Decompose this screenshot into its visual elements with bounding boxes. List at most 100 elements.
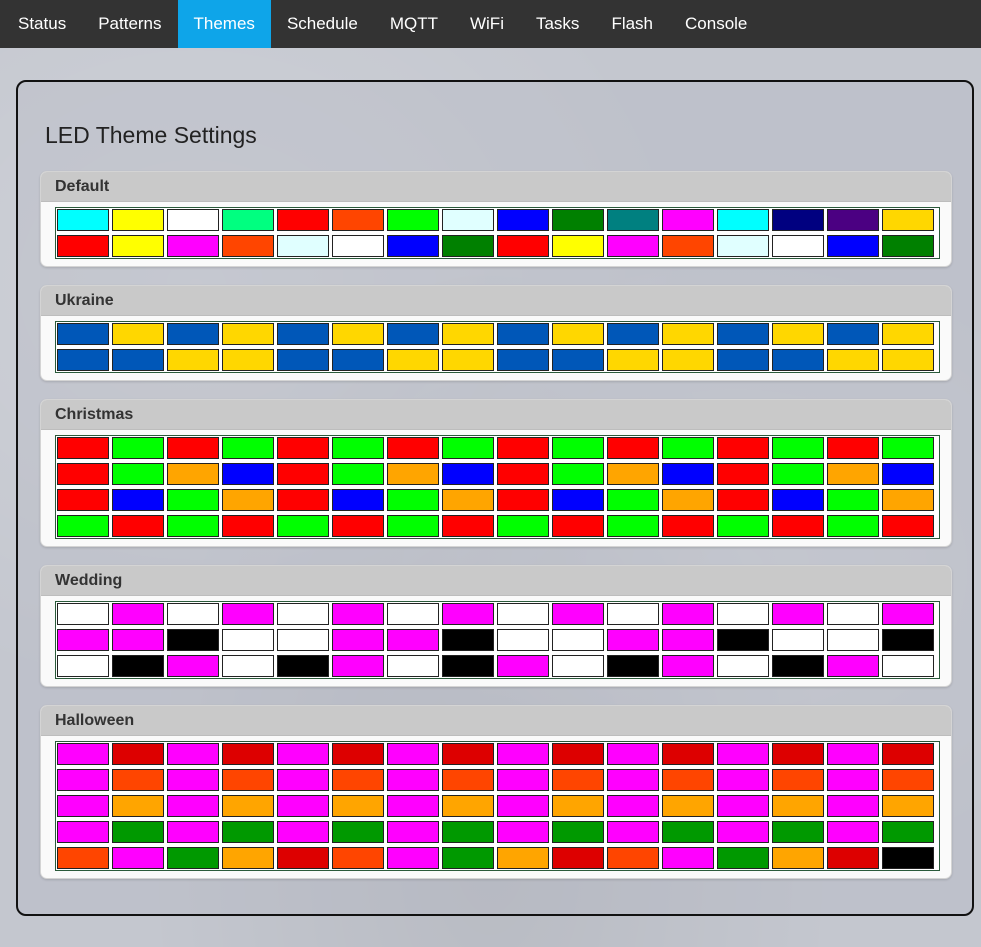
- color-swatch[interactable]: [387, 603, 439, 625]
- color-swatch[interactable]: [552, 515, 604, 537]
- color-swatch[interactable]: [277, 795, 329, 817]
- color-swatch[interactable]: [442, 515, 494, 537]
- color-swatch[interactable]: [497, 515, 549, 537]
- color-swatch[interactable]: [497, 489, 549, 511]
- color-swatch[interactable]: [167, 235, 219, 257]
- color-swatch[interactable]: [167, 603, 219, 625]
- color-swatch[interactable]: [332, 603, 384, 625]
- color-swatch[interactable]: [552, 323, 604, 345]
- color-swatch[interactable]: [167, 769, 219, 791]
- color-swatch[interactable]: [57, 437, 109, 459]
- color-swatch[interactable]: [882, 209, 934, 231]
- color-swatch[interactable]: [332, 847, 384, 869]
- color-swatch[interactable]: [552, 629, 604, 651]
- color-swatch[interactable]: [57, 349, 109, 371]
- color-swatch[interactable]: [112, 437, 164, 459]
- color-swatch[interactable]: [552, 603, 604, 625]
- color-swatch[interactable]: [332, 437, 384, 459]
- theme-title-wedding[interactable]: Wedding: [41, 566, 951, 596]
- color-swatch[interactable]: [772, 323, 824, 345]
- color-swatch[interactable]: [57, 629, 109, 651]
- color-swatch[interactable]: [57, 235, 109, 257]
- color-swatch[interactable]: [717, 821, 769, 843]
- color-swatch[interactable]: [662, 769, 714, 791]
- color-swatch[interactable]: [167, 349, 219, 371]
- color-swatch[interactable]: [607, 235, 659, 257]
- color-swatch[interactable]: [332, 209, 384, 231]
- color-swatch[interactable]: [57, 655, 109, 677]
- color-swatch[interactable]: [497, 349, 549, 371]
- color-swatch[interactable]: [717, 769, 769, 791]
- color-swatch[interactable]: [607, 769, 659, 791]
- color-swatch[interactable]: [607, 349, 659, 371]
- color-swatch[interactable]: [442, 655, 494, 677]
- color-swatch[interactable]: [442, 847, 494, 869]
- color-swatch[interactable]: [277, 437, 329, 459]
- color-swatch[interactable]: [57, 323, 109, 345]
- color-swatch[interactable]: [277, 209, 329, 231]
- color-swatch[interactable]: [882, 463, 934, 485]
- color-swatch[interactable]: [662, 515, 714, 537]
- color-swatch[interactable]: [442, 209, 494, 231]
- color-swatch[interactable]: [827, 463, 879, 485]
- color-swatch[interactable]: [112, 463, 164, 485]
- color-swatch[interactable]: [222, 323, 274, 345]
- color-swatch[interactable]: [222, 847, 274, 869]
- color-swatch[interactable]: [827, 323, 879, 345]
- color-swatch[interactable]: [387, 515, 439, 537]
- color-swatch[interactable]: [772, 235, 824, 257]
- nav-wifi[interactable]: WiFi: [454, 0, 520, 48]
- color-swatch[interactable]: [112, 489, 164, 511]
- color-swatch[interactable]: [442, 821, 494, 843]
- color-swatch[interactable]: [607, 515, 659, 537]
- color-swatch[interactable]: [112, 821, 164, 843]
- color-swatch[interactable]: [552, 847, 604, 869]
- color-swatch[interactable]: [717, 323, 769, 345]
- color-swatch[interactable]: [662, 603, 714, 625]
- color-swatch[interactable]: [552, 743, 604, 765]
- color-swatch[interactable]: [827, 603, 879, 625]
- color-swatch[interactable]: [167, 821, 219, 843]
- color-swatch[interactable]: [387, 629, 439, 651]
- color-swatch[interactable]: [882, 795, 934, 817]
- color-swatch[interactable]: [442, 437, 494, 459]
- color-swatch[interactable]: [442, 795, 494, 817]
- nav-patterns[interactable]: Patterns: [82, 0, 177, 48]
- color-swatch[interactable]: [497, 769, 549, 791]
- color-swatch[interactable]: [607, 489, 659, 511]
- color-swatch[interactable]: [387, 821, 439, 843]
- color-swatch[interactable]: [882, 515, 934, 537]
- color-swatch[interactable]: [497, 323, 549, 345]
- color-swatch[interactable]: [497, 629, 549, 651]
- color-swatch[interactable]: [332, 489, 384, 511]
- color-swatch[interactable]: [112, 515, 164, 537]
- color-swatch[interactable]: [277, 655, 329, 677]
- color-swatch[interactable]: [277, 323, 329, 345]
- color-swatch[interactable]: [882, 489, 934, 511]
- color-swatch[interactable]: [332, 515, 384, 537]
- color-swatch[interactable]: [387, 235, 439, 257]
- color-swatch[interactable]: [882, 437, 934, 459]
- nav-status[interactable]: Status: [2, 0, 82, 48]
- color-swatch[interactable]: [717, 847, 769, 869]
- color-swatch[interactable]: [112, 323, 164, 345]
- color-swatch[interactable]: [717, 489, 769, 511]
- color-swatch[interactable]: [277, 489, 329, 511]
- color-swatch[interactable]: [167, 655, 219, 677]
- color-swatch[interactable]: [717, 437, 769, 459]
- color-swatch[interactable]: [167, 489, 219, 511]
- color-swatch[interactable]: [662, 629, 714, 651]
- color-swatch[interactable]: [882, 235, 934, 257]
- theme-title-christmas[interactable]: Christmas: [41, 400, 951, 430]
- color-swatch[interactable]: [277, 847, 329, 869]
- color-swatch[interactable]: [442, 463, 494, 485]
- color-swatch[interactable]: [772, 795, 824, 817]
- color-swatch[interactable]: [497, 209, 549, 231]
- color-swatch[interactable]: [277, 463, 329, 485]
- nav-schedule[interactable]: Schedule: [271, 0, 374, 48]
- color-swatch[interactable]: [57, 209, 109, 231]
- color-swatch[interactable]: [552, 463, 604, 485]
- color-swatch[interactable]: [387, 795, 439, 817]
- color-swatch[interactable]: [717, 629, 769, 651]
- color-swatch[interactable]: [57, 515, 109, 537]
